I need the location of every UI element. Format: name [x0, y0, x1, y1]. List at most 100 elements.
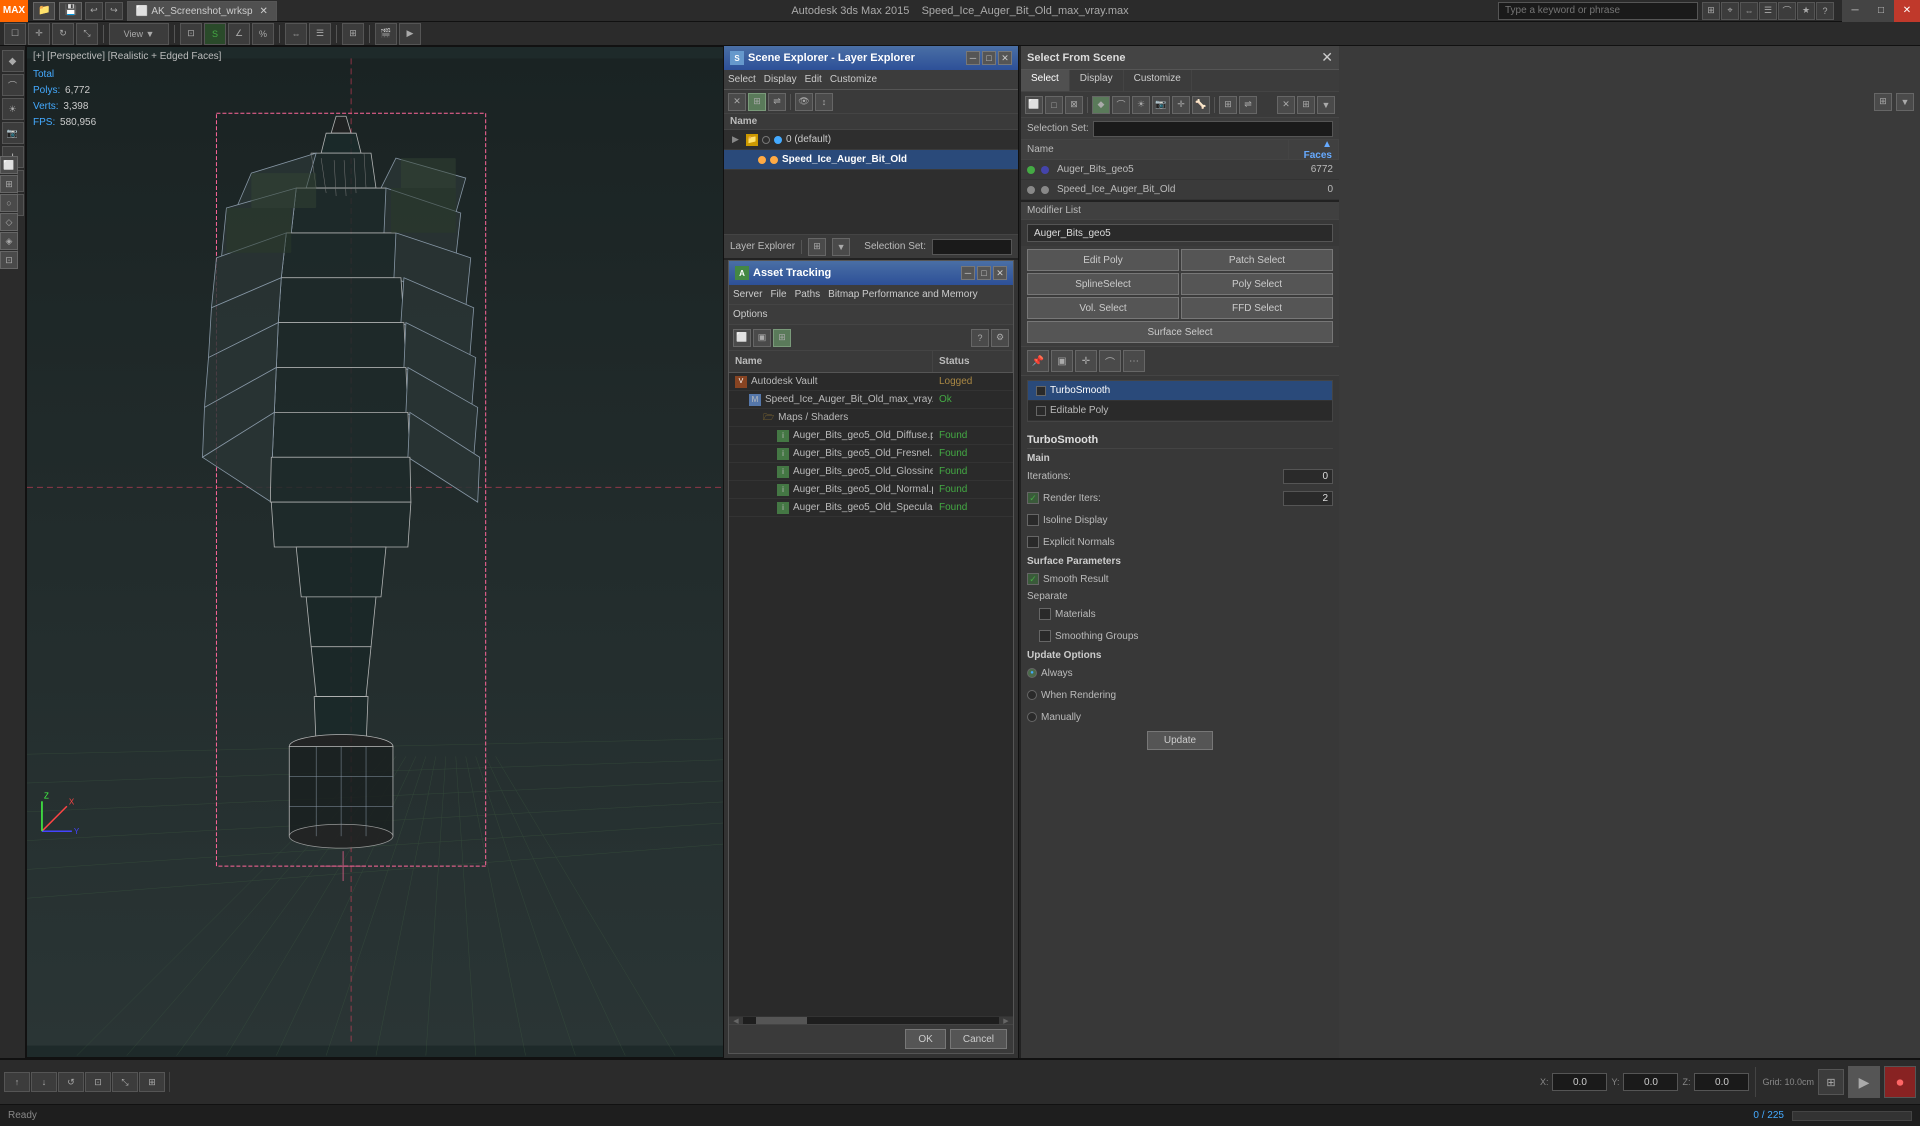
cameras-btn[interactable]: 📷 — [2, 122, 24, 144]
mod-check-ts[interactable] — [1036, 386, 1046, 396]
at-menu-server[interactable]: Server — [733, 289, 762, 300]
selection-set-input[interactable] — [932, 239, 1012, 255]
sfs-close2-btn[interactable]: ✕ — [1277, 96, 1295, 114]
mod-check-ep[interactable] — [1036, 406, 1046, 416]
se-right-btn2[interactable]: ▼ — [1896, 93, 1914, 111]
sfs-tab-display[interactable]: Display — [1070, 70, 1124, 91]
sfs-sel-set-input[interactable] — [1093, 121, 1333, 137]
se-eye-btn[interactable]: 👁 — [795, 93, 813, 111]
tb-snap-btn[interactable]: ⌖ — [1721, 2, 1739, 20]
se-filter-btn[interactable]: ⊞ — [748, 93, 766, 111]
tree-expand-icon[interactable]: ▶ — [732, 134, 742, 145]
move-btn[interactable]: ✛ — [28, 23, 50, 45]
at-tb-btn3[interactable]: ⊞ — [773, 329, 791, 347]
materials-check[interactable] — [1039, 608, 1051, 620]
render-iters-check[interactable] — [1027, 492, 1039, 504]
at-tb-btn1[interactable]: ⬜ — [733, 329, 751, 347]
mod-stack-turbosmooth[interactable]: TurboSmooth — [1028, 381, 1332, 401]
close-btn[interactable]: ✕ — [1894, 0, 1920, 22]
mod-icon-shape[interactable]: ⌒ — [1099, 350, 1121, 372]
minimize-btn[interactable]: ─ — [1842, 0, 1868, 22]
sfs-tab-customize[interactable]: Customize — [1124, 70, 1192, 91]
at-ok-btn[interactable]: OK — [905, 1029, 945, 1049]
sfs-row-speedice[interactable]: Speed_Ice_Auger_Bit_Old 0 — [1021, 180, 1339, 200]
at-close-btn[interactable]: ✕ — [993, 266, 1007, 280]
at-row-vault[interactable]: V Autodesk Vault Logged — [729, 373, 1013, 391]
panel-maximize-btn[interactable]: □ — [982, 51, 996, 65]
isoline-check[interactable] — [1027, 514, 1039, 526]
mod-btn-surface-select[interactable]: Surface Select — [1027, 321, 1333, 343]
sfs-row-augerbits[interactable]: Auger_Bits_geo5 6772 — [1021, 160, 1339, 180]
lights-btn[interactable]: ☀ — [2, 98, 24, 120]
search-input[interactable] — [1498, 2, 1698, 20]
mod-icon-select[interactable]: ▣ — [1051, 350, 1073, 372]
at-menu-paths[interactable]: Paths — [795, 289, 821, 300]
tb-align-btn[interactable]: ☰ — [1759, 2, 1777, 20]
coord-z-input[interactable] — [1694, 1073, 1749, 1091]
at-cancel-btn[interactable]: Cancel — [950, 1029, 1007, 1049]
at-scrollbar-h[interactable]: ◀ ▶ — [729, 1016, 1013, 1024]
sfs-geo-btn[interactable]: ◆ — [1092, 96, 1110, 114]
mod-btn-spline-select[interactable]: SplineSelect — [1027, 273, 1179, 295]
mod-btn-fpd-select[interactable]: FFD Select — [1181, 297, 1333, 319]
bt-record-btn[interactable]: ⏺ — [1884, 1066, 1916, 1098]
at-minimize-btn[interactable]: ─ — [961, 266, 975, 280]
mod-btn-poly-select[interactable]: Poly Select — [1181, 273, 1333, 295]
tab-close-icon[interactable]: ✕ — [260, 6, 268, 17]
se-side-btn4[interactable]: ◇ — [0, 213, 18, 231]
percent-snap-btn[interactable]: % — [252, 23, 274, 45]
bt-view-btn3[interactable]: ↺ — [58, 1072, 84, 1092]
coord-y-input[interactable] — [1623, 1073, 1678, 1091]
create-geo-btn[interactable]: ◆ — [2, 50, 24, 72]
rotate-btn[interactable]: ↻ — [52, 23, 74, 45]
at-help-btn[interactable]: ? — [971, 329, 989, 347]
se-sync-btn[interactable]: ⇌ — [768, 93, 786, 111]
at-maximize-btn[interactable]: □ — [977, 266, 991, 280]
sfs-hlpr-btn[interactable]: ✛ — [1172, 96, 1190, 114]
at-options-label[interactable]: Options — [733, 309, 767, 320]
se-side-btn5[interactable]: ◈ — [0, 232, 18, 250]
mod-icon-move[interactable]: ✛ — [1075, 350, 1097, 372]
at-row-mainfile[interactable]: M Speed_Ice_Auger_Bit_Old_max_vray.max O… — [729, 391, 1013, 409]
se-close-btn[interactable]: ✕ — [728, 93, 746, 111]
at-row-specular[interactable]: i Auger_Bits_geo5_Old_Specular.png Found — [729, 499, 1013, 517]
se-menu-edit[interactable]: Edit — [805, 74, 822, 85]
redo-btn[interactable]: ↪ — [105, 2, 123, 20]
se-right-btn1[interactable]: ⊞ — [1874, 93, 1892, 111]
scale-btn[interactable]: ⤡ — [76, 23, 98, 45]
update-btn[interactable]: Update — [1147, 731, 1213, 750]
sfs-filter-btn[interactable]: ⊞ — [1219, 96, 1237, 114]
panel-minimize-btn[interactable]: ─ — [966, 51, 980, 65]
mod-btn-edit-poly[interactable]: Edit Poly — [1027, 249, 1179, 271]
footer-btn2[interactable]: ▼ — [832, 238, 850, 256]
mod-btn-patch-select[interactable]: Patch Select — [1181, 249, 1333, 271]
footer-btn1[interactable]: ⊞ — [808, 238, 826, 256]
always-radio[interactable] — [1027, 668, 1037, 678]
tb-help-btn[interactable]: ? — [1816, 2, 1834, 20]
at-tb-btn2[interactable]: ▣ — [753, 329, 771, 347]
bt-view-btn1[interactable]: ↑ — [4, 1072, 30, 1092]
tab-screenshot[interactable]: ⬜ AK_Screenshot_wrksp ✕ — [127, 1, 277, 21]
iterations-input[interactable] — [1283, 469, 1333, 484]
bt-play-btn[interactable]: ▶ — [1848, 1066, 1880, 1098]
create-shape-btn[interactable]: ⌒ — [2, 74, 24, 96]
ref-coord-btn[interactable]: View ▼ — [109, 23, 169, 45]
sfs-tab-select[interactable]: Select — [1021, 70, 1070, 91]
at-row-diffuse[interactable]: i Auger_Bits_geo5_Old_Diffuse.png Found — [729, 427, 1013, 445]
at-row-normal[interactable]: i Auger_Bits_geo5_Old_Normal.png Found — [729, 481, 1013, 499]
scrollbar-left[interactable]: ◀ — [729, 1017, 743, 1024]
sfs-bone-btn[interactable]: 🦴 — [1192, 96, 1210, 114]
pivot-btn[interactable]: ⊡ — [180, 23, 202, 45]
se-menu-select[interactable]: Select — [728, 74, 756, 85]
sfs-invert-btn[interactable]: ⊠ — [1065, 96, 1083, 114]
select-obj-btn[interactable]: ☐ — [4, 23, 26, 45]
sfs-cam-btn[interactable]: 📷 — [1152, 96, 1170, 114]
angle-snap-btn[interactable]: ∠ — [228, 23, 250, 45]
smoothing-groups-check[interactable] — [1039, 630, 1051, 642]
at-menu-file[interactable]: File — [770, 289, 786, 300]
file-save-btn[interactable]: 💾 — [59, 2, 81, 20]
mod-object-name-field[interactable] — [1027, 224, 1333, 242]
bt-view-btn4[interactable]: ⊡ — [85, 1072, 111, 1092]
mirror2-btn[interactable]: ⇔ — [285, 23, 307, 45]
sfs-light-btn[interactable]: ☀ — [1132, 96, 1150, 114]
